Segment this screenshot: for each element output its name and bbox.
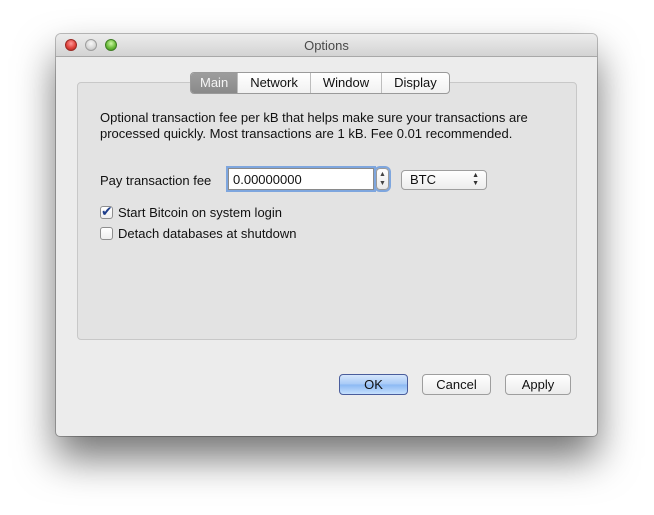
detach-databases-label: Detach databases at shutdown [118,226,297,241]
cancel-button[interactable]: Cancel [422,374,491,395]
fee-label: Pay transaction fee [100,173,212,188]
options-window: Options Main Network Window Display Opti… [56,34,597,436]
detach-databases-option[interactable]: Detach databases at shutdown [100,226,297,241]
unit-select-value: BTC [410,172,436,187]
start-on-login-checkbox[interactable] [100,203,113,220]
tab-window[interactable]: Window [309,73,381,93]
tab-bar: Main Network Window Display [190,72,450,94]
start-on-login-label: Start Bitcoin on system login [118,205,283,220]
unit-select[interactable]: BTC ▲ ▼ [401,170,487,190]
fee-input[interactable] [228,168,374,190]
tab-display[interactable]: Display [381,73,449,93]
stepper-up-icon[interactable]: ▲ [379,171,386,179]
select-arrows-icon: ▲ ▼ [472,172,479,188]
fee-stepper[interactable]: ▲ ▼ [376,168,389,190]
tab-main[interactable]: Main [191,73,238,93]
apply-button[interactable]: Apply [505,374,571,395]
start-on-login-option[interactable]: Start Bitcoin on system login [100,203,283,220]
tab-network[interactable]: Network [237,73,310,93]
select-down-icon: ▼ [472,180,479,187]
title-bar[interactable]: Options [56,34,597,57]
window-title: Options [304,38,349,53]
detach-databases-checkbox[interactable] [100,227,113,240]
select-up-icon: ▲ [472,172,479,179]
ok-button[interactable]: OK [339,374,408,395]
stepper-down-icon[interactable]: ▼ [379,180,386,188]
fee-description: Optional transaction fee per kB that hel… [100,110,528,141]
